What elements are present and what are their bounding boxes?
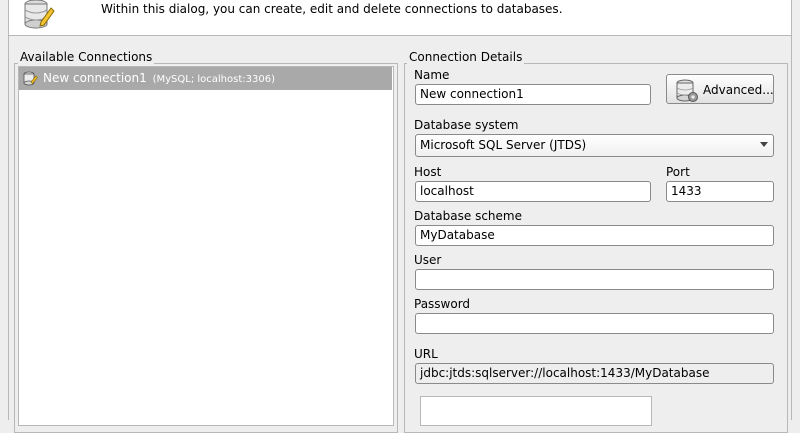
chevron-down-icon[interactable] [760,142,768,147]
database-scheme-field[interactable]: MyDatabase [415,225,774,246]
advanced-button[interactable]: Advanced... [666,74,774,104]
connection-details-title: Connection Details [407,50,525,64]
connection-item-name: New connection1 [43,71,147,85]
name-field[interactable]: New connection1 [415,84,651,105]
connection-list-item[interactable]: New connection1 (MySQL; localhost:3306) [19,67,392,90]
url-field: jdbc:jtds:sqlserver://localhost:1433/MyD… [415,363,774,384]
database-system-value: Microsoft SQL Server (JTDS) [420,138,587,152]
name-label: Name [414,68,450,82]
database-icon [23,71,38,86]
password-field[interactable] [415,313,774,334]
dialog-description: Within this dialog, you can create, edit… [101,2,563,16]
database-system-label: Database system [414,118,519,132]
details-preview-area [420,396,652,426]
url-label: URL [414,347,438,361]
available-connections-title: Available Connections [18,50,155,64]
password-label: Password [414,297,471,311]
connections-list[interactable] [18,66,394,426]
host-field[interactable]: localhost [415,181,651,202]
port-field[interactable]: 1433 [666,181,774,202]
user-field[interactable] [415,269,774,290]
connection-item-meta: (MySQL; localhost:3306) [152,74,275,85]
database-system-select[interactable]: Microsoft SQL Server (JTDS) [415,134,774,157]
advanced-button-label: Advanced... [703,83,774,97]
database-edit-icon [24,0,55,29]
user-label: User [414,253,442,267]
database-scheme-label: Database scheme [414,209,522,223]
host-label: Host [414,165,442,179]
port-label: Port [666,165,690,179]
database-settings-icon [676,79,698,102]
dialog-header: Within this dialog, you can create, edit… [8,0,792,36]
connection-item-label: New connection1 (MySQL; localhost:3306) [43,71,275,85]
